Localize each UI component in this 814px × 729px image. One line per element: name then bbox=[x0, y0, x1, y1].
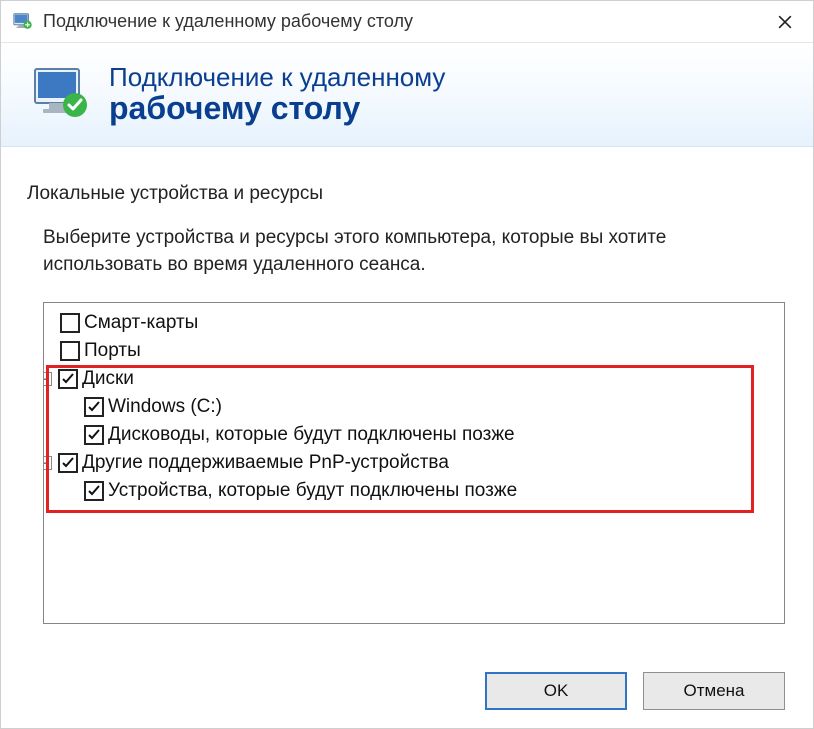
header-banner: Подключение к удаленному рабочему столу bbox=[1, 43, 813, 147]
titlebar-title: Подключение к удаленному рабочему столу bbox=[43, 11, 761, 32]
header-line1: Подключение к удаленному bbox=[109, 63, 445, 92]
titlebar: Подключение к удаленному рабочему столу bbox=[1, 1, 813, 43]
collapse-icon[interactable]: − bbox=[43, 372, 52, 386]
close-button[interactable] bbox=[761, 4, 809, 40]
tree-item-label: Смарт-карты bbox=[84, 312, 198, 334]
tree-item-label: Дисководы, которые будут подключены позж… bbox=[108, 424, 515, 446]
ok-button[interactable]: OK bbox=[485, 672, 627, 710]
header-line2: рабочему столу bbox=[109, 91, 445, 126]
rdp-icon bbox=[29, 63, 93, 127]
tree-item-ports[interactable]: Порты bbox=[46, 337, 782, 365]
tree-item-pnp-later[interactable]: Устройства, которые будут подключены поз… bbox=[46, 477, 782, 505]
tree-item-drive-c[interactable]: Windows (C:) bbox=[46, 393, 782, 421]
tree-item-pnp[interactable]: − Другие поддерживаемые PnP-устройства bbox=[46, 449, 782, 477]
tree-item-label: Windows (C:) bbox=[108, 396, 222, 418]
checkbox[interactable] bbox=[58, 369, 78, 389]
dialog-window: Подключение к удаленному рабочему столу … bbox=[0, 0, 814, 729]
header-text: Подключение к удаленному рабочему столу bbox=[109, 63, 445, 127]
group-description: Выберите устройства и ресурсы этого комп… bbox=[43, 225, 743, 278]
button-row: OK Отмена bbox=[1, 648, 813, 728]
app-icon bbox=[11, 10, 35, 34]
tree-item-smartcards[interactable]: Смарт-карты bbox=[46, 309, 782, 337]
tree-item-label: Другие поддерживаемые PnP-устройства bbox=[82, 452, 449, 474]
tree-item-drives-later[interactable]: Дисководы, которые будут подключены позж… bbox=[46, 421, 782, 449]
checkbox[interactable] bbox=[58, 453, 78, 473]
checkbox[interactable] bbox=[60, 341, 80, 361]
dialog-client-area: Локальные устройства и ресурсы Выберите … bbox=[1, 147, 813, 648]
cancel-button[interactable]: Отмена bbox=[643, 672, 785, 710]
device-tree[interactable]: Смарт-карты Порты − Диски Windows (C:) Д… bbox=[43, 302, 785, 624]
collapse-icon[interactable]: − bbox=[43, 456, 52, 470]
checkbox[interactable] bbox=[84, 481, 104, 501]
tree-item-label: Устройства, которые будут подключены поз… bbox=[108, 480, 517, 502]
checkbox[interactable] bbox=[84, 397, 104, 417]
group-label: Локальные устройства и ресурсы bbox=[27, 183, 785, 205]
tree-item-label: Диски bbox=[82, 368, 134, 390]
checkbox[interactable] bbox=[84, 425, 104, 445]
tree-item-drives[interactable]: − Диски bbox=[46, 365, 782, 393]
tree-item-label: Порты bbox=[84, 340, 141, 362]
checkbox[interactable] bbox=[60, 313, 80, 333]
